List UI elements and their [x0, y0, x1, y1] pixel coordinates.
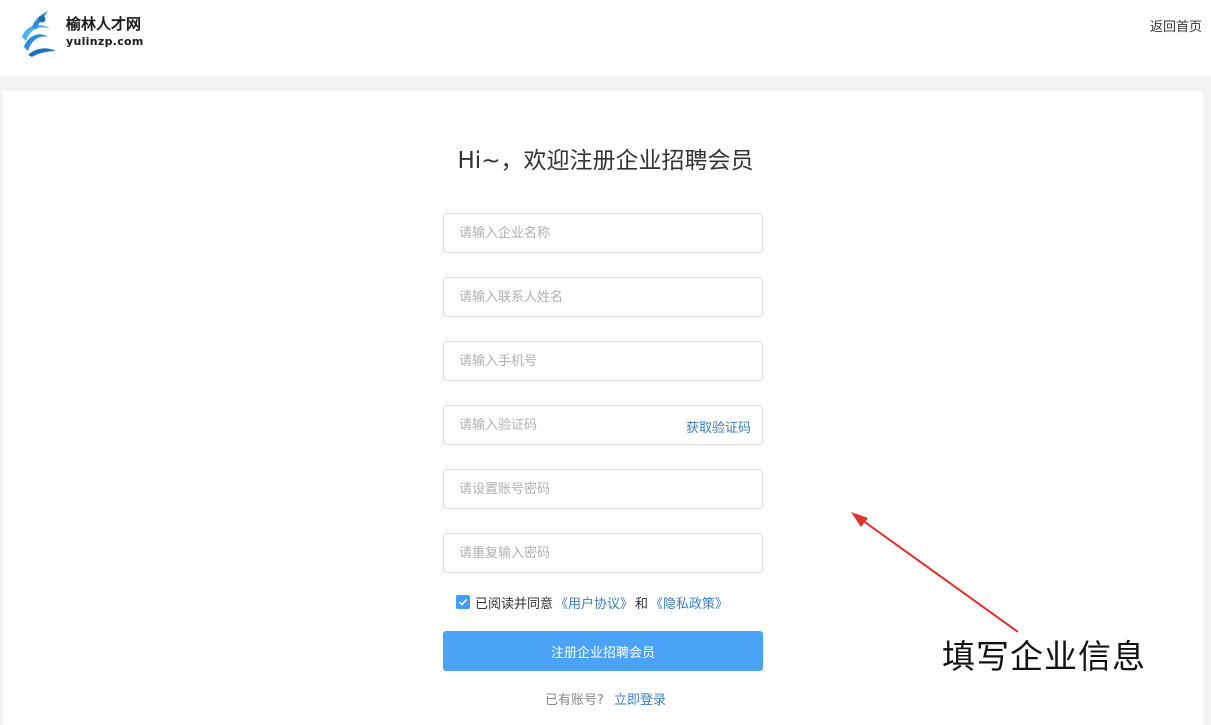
agree-checkbox[interactable] — [456, 595, 470, 609]
back-to-home-link[interactable]: 返回首页 — [1150, 16, 1202, 35]
agree-text: 已阅读并同意 — [475, 596, 554, 612]
phone-field[interactable] — [443, 341, 763, 381]
verification-code-field[interactable]: 获取验证码 — [443, 405, 763, 445]
have-account-text: 已有账号? — [544, 693, 604, 708]
agreement-row: 已阅读并同意 《用户协议》 和 《隐私政策》 — [456, 593, 730, 612]
annotation-label: 填写企业信息 — [942, 637, 1146, 676]
site-logo[interactable]: 榆林人才网 yulinzp.com — [18, 6, 168, 58]
user-agreement-link[interactable]: 《用户协议》 — [555, 593, 633, 612]
logo-mark-icon — [22, 11, 56, 57]
password-field[interactable] — [443, 469, 763, 509]
logo-chinese-name: 榆林人才网 — [66, 15, 142, 33]
confirm-password-input[interactable] — [444, 534, 762, 572]
and-text: 和 — [635, 596, 649, 612]
privacy-policy-link[interactable]: 《隐私政策》 — [650, 593, 728, 612]
company-name-input[interactable] — [444, 214, 762, 252]
page-title: Hi~，欢迎注册企业招聘会员 — [457, 148, 754, 174]
checkmark-icon — [458, 598, 468, 606]
site-header: 榆林人才网 yulinzp.com 返回首页 — [0, 0, 1211, 76]
verification-code-input[interactable] — [444, 406, 669, 444]
confirm-password-field[interactable] — [443, 533, 763, 573]
logo-domain: yulinzp.com — [66, 35, 144, 48]
company-name-field[interactable] — [443, 213, 763, 253]
logo-text: 榆林人才网 yulinzp.com — [66, 15, 144, 48]
password-input[interactable] — [444, 470, 762, 508]
login-prompt: 已有账号? 立即登录 — [0, 689, 1211, 708]
contact-name-input[interactable] — [444, 278, 762, 316]
get-code-button[interactable]: 获取验证码 — [686, 417, 751, 436]
contact-name-field[interactable] — [443, 277, 763, 317]
phone-input[interactable] — [444, 342, 762, 380]
register-submit-button[interactable]: 注册企业招聘会员 — [443, 631, 763, 671]
login-link[interactable]: 立即登录 — [614, 693, 666, 708]
